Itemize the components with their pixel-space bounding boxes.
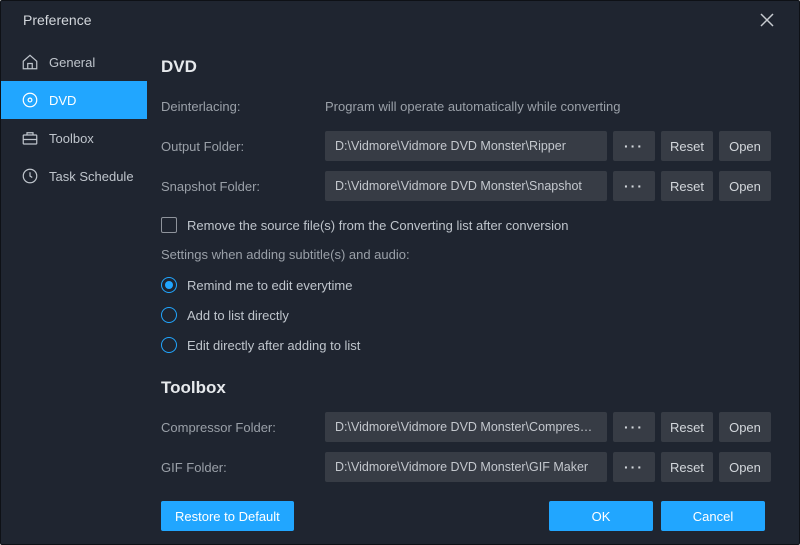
- footer: Restore to Default OK Cancel: [1, 488, 799, 544]
- radio-edit-after-add[interactable]: Edit directly after adding to list: [161, 330, 771, 360]
- body: General DVD Toolbox Task Schedule DVD De…: [1, 39, 799, 488]
- window-title: Preference: [23, 12, 91, 28]
- restore-default-button[interactable]: Restore to Default: [161, 501, 294, 531]
- gif-folder-reset-button[interactable]: Reset: [661, 452, 713, 482]
- row-compressor-folder: Compressor Folder: D:\Vidmore\Vidmore DV…: [161, 410, 771, 444]
- radio-label: Edit directly after adding to list: [187, 338, 360, 353]
- snapshot-folder-open-button[interactable]: Open: [719, 171, 771, 201]
- checkbox-box-icon: [161, 217, 177, 233]
- ellipsis-icon: ···: [624, 138, 644, 154]
- row-gif-folder: GIF Folder: D:\Vidmore\Vidmore DVD Monst…: [161, 450, 771, 484]
- output-folder-reset-button[interactable]: Reset: [661, 131, 713, 161]
- section-heading-dvd: DVD: [161, 57, 771, 77]
- radio-icon: [161, 277, 177, 293]
- sidebar-item-dvd[interactable]: DVD: [1, 81, 147, 119]
- compressor-folder-label: Compressor Folder:: [161, 420, 319, 435]
- gif-folder-open-button[interactable]: Open: [719, 452, 771, 482]
- sidebar-item-label: DVD: [49, 93, 76, 108]
- section-heading-toolbox: Toolbox: [161, 378, 771, 398]
- radio-label: Add to list directly: [187, 308, 289, 323]
- disc-icon: [21, 91, 39, 109]
- snapshot-folder-browse-button[interactable]: ···: [613, 171, 655, 201]
- sidebar-item-toolbox[interactable]: Toolbox: [1, 119, 147, 157]
- row-deinterlacing: Deinterlacing: Program will operate auto…: [161, 89, 771, 123]
- snapshot-folder-label: Snapshot Folder:: [161, 179, 319, 194]
- output-folder-open-button[interactable]: Open: [719, 131, 771, 161]
- cancel-button[interactable]: Cancel: [661, 501, 765, 531]
- deinterlacing-label: Deinterlacing:: [161, 99, 319, 114]
- gif-folder-browse-button[interactable]: ···: [613, 452, 655, 482]
- radio-remind-edit[interactable]: Remind me to edit everytime: [161, 270, 771, 300]
- content-pane[interactable]: DVD Deinterlacing: Program will operate …: [147, 39, 799, 488]
- ok-button[interactable]: OK: [549, 501, 653, 531]
- sidebar-item-label: General: [49, 55, 95, 70]
- radio-icon: [161, 307, 177, 323]
- close-icon: [760, 13, 774, 27]
- home-icon: [21, 53, 39, 71]
- snapshot-folder-path[interactable]: D:\Vidmore\Vidmore DVD Monster\Snapshot: [325, 171, 607, 201]
- clock-icon: [21, 167, 39, 185]
- row-output-folder: Output Folder: D:\Vidmore\Vidmore DVD Mo…: [161, 129, 771, 163]
- row-snapshot-folder: Snapshot Folder: D:\Vidmore\Vidmore DVD …: [161, 169, 771, 203]
- subtitle-settings-heading: Settings when adding subtitle(s) and aud…: [161, 247, 771, 262]
- gif-folder-label: GIF Folder:: [161, 460, 319, 475]
- titlebar: Preference: [1, 1, 799, 39]
- output-folder-browse-button[interactable]: ···: [613, 131, 655, 161]
- deinterlacing-value: Program will operate automatically while…: [325, 99, 621, 114]
- ellipsis-icon: ···: [624, 419, 644, 435]
- remove-source-checkbox[interactable]: Remove the source file(s) from the Conve…: [161, 217, 771, 233]
- sidebar-item-task-schedule[interactable]: Task Schedule: [1, 157, 147, 195]
- preference-window: Preference General DVD Toolbox Task Sche…: [0, 0, 800, 545]
- sidebar-item-general[interactable]: General: [1, 43, 147, 81]
- sidebar-item-label: Task Schedule: [49, 169, 134, 184]
- radio-add-directly[interactable]: Add to list directly: [161, 300, 771, 330]
- snapshot-folder-reset-button[interactable]: Reset: [661, 171, 713, 201]
- remove-source-label: Remove the source file(s) from the Conve…: [187, 218, 569, 233]
- compressor-folder-reset-button[interactable]: Reset: [661, 412, 713, 442]
- sidebar: General DVD Toolbox Task Schedule: [1, 39, 147, 488]
- output-folder-label: Output Folder:: [161, 139, 319, 154]
- radio-icon: [161, 337, 177, 353]
- sidebar-item-label: Toolbox: [49, 131, 94, 146]
- radio-label: Remind me to edit everytime: [187, 278, 352, 293]
- compressor-folder-browse-button[interactable]: ···: [613, 412, 655, 442]
- ellipsis-icon: ···: [624, 178, 644, 194]
- output-folder-path[interactable]: D:\Vidmore\Vidmore DVD Monster\Ripper: [325, 131, 607, 161]
- compressor-folder-open-button[interactable]: Open: [719, 412, 771, 442]
- close-button[interactable]: [747, 1, 787, 39]
- toolbox-icon: [21, 129, 39, 147]
- compressor-folder-path[interactable]: D:\Vidmore\Vidmore DVD Monster\Compresse…: [325, 412, 607, 442]
- gif-folder-path[interactable]: D:\Vidmore\Vidmore DVD Monster\GIF Maker: [325, 452, 607, 482]
- ellipsis-icon: ···: [624, 459, 644, 475]
